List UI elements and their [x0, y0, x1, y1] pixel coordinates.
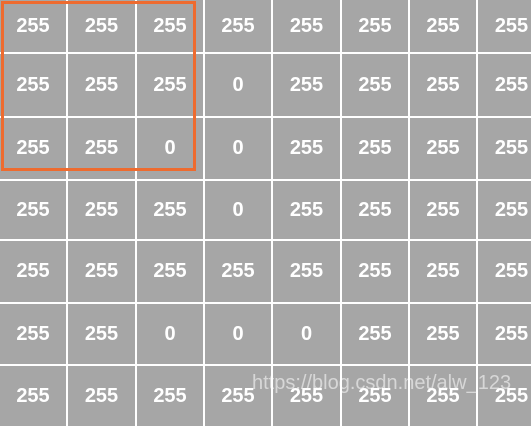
grid-cell: 255 — [342, 366, 408, 426]
grid-cell: 255 — [342, 241, 408, 302]
grid-cell: 255 — [137, 366, 203, 426]
grid-cell: 0 — [205, 181, 271, 239]
grid-cell: 255 — [0, 366, 66, 426]
grid-cell: 0 — [137, 304, 203, 364]
grid-cell: 255 — [342, 181, 408, 239]
grid-cell: 255 — [137, 241, 203, 302]
grid-cell: 255 — [0, 54, 66, 116]
grid-cell: 255 — [68, 366, 135, 426]
grid-cell: 255 — [410, 54, 476, 116]
grid-cell: 255 — [205, 0, 271, 52]
grid-cell: 255 — [342, 0, 408, 52]
grid-cell: 255 — [205, 241, 271, 302]
grid-cell: 255 — [410, 241, 476, 302]
grid-cell: 255 — [273, 0, 340, 52]
grid-cell: 0 — [273, 304, 340, 364]
grid-cell: 255 — [0, 304, 66, 364]
grid-cell: 255 — [137, 54, 203, 116]
grid-cell: 255 — [410, 304, 476, 364]
grid-cell: 255 — [273, 54, 340, 116]
grid-cell: 255 — [478, 304, 531, 364]
grid-cell: 255 — [137, 0, 203, 52]
grid-cell: 255 — [342, 54, 408, 116]
grid-cell: 255 — [273, 366, 340, 426]
grid-cell: 0 — [205, 118, 271, 179]
grid-cell: 255 — [478, 366, 531, 426]
grid-cell: 255 — [342, 118, 408, 179]
grid-cell: 255 — [342, 304, 408, 364]
grid-cell: 255 — [410, 181, 476, 239]
grid-cell: 255 — [478, 118, 531, 179]
grid-cell: 255 — [68, 54, 135, 116]
grid-cell: 255 — [0, 181, 66, 239]
grid-cell: 0 — [205, 304, 271, 364]
grid-cell: 0 — [205, 54, 271, 116]
grid-cell: 255 — [0, 118, 66, 179]
grid-cell: 255 — [0, 0, 66, 52]
grid-cell: 255 — [68, 304, 135, 364]
grid-cell: 255 — [68, 118, 135, 179]
grid-cell: 255 — [68, 0, 135, 52]
grid-cell: 255 — [478, 181, 531, 239]
grid-cell: 255 — [478, 241, 531, 302]
grid-cell: 255 — [0, 241, 66, 302]
grid-cell: 255 — [410, 366, 476, 426]
grid-cell: 255 — [273, 118, 340, 179]
grid-cell: 255 — [273, 181, 340, 239]
grid-cell: 255 — [137, 181, 203, 239]
grid-cell: 255 — [68, 241, 135, 302]
pixel-value-grid: 255 255 255 255 255 255 255 255 255 255 255 0 255 255… — [0, 0, 531, 426]
grid-cell: 255 — [478, 0, 531, 52]
grid-cell: 255 — [273, 241, 340, 302]
grid-cell: 255 — [478, 54, 531, 116]
grid-cell: 255 — [205, 366, 271, 426]
grid-cell: 255 — [410, 0, 476, 52]
grid-cell: 255 — [68, 181, 135, 239]
grid-cell: 255 — [410, 118, 476, 179]
grid-cell: 0 — [137, 118, 203, 179]
